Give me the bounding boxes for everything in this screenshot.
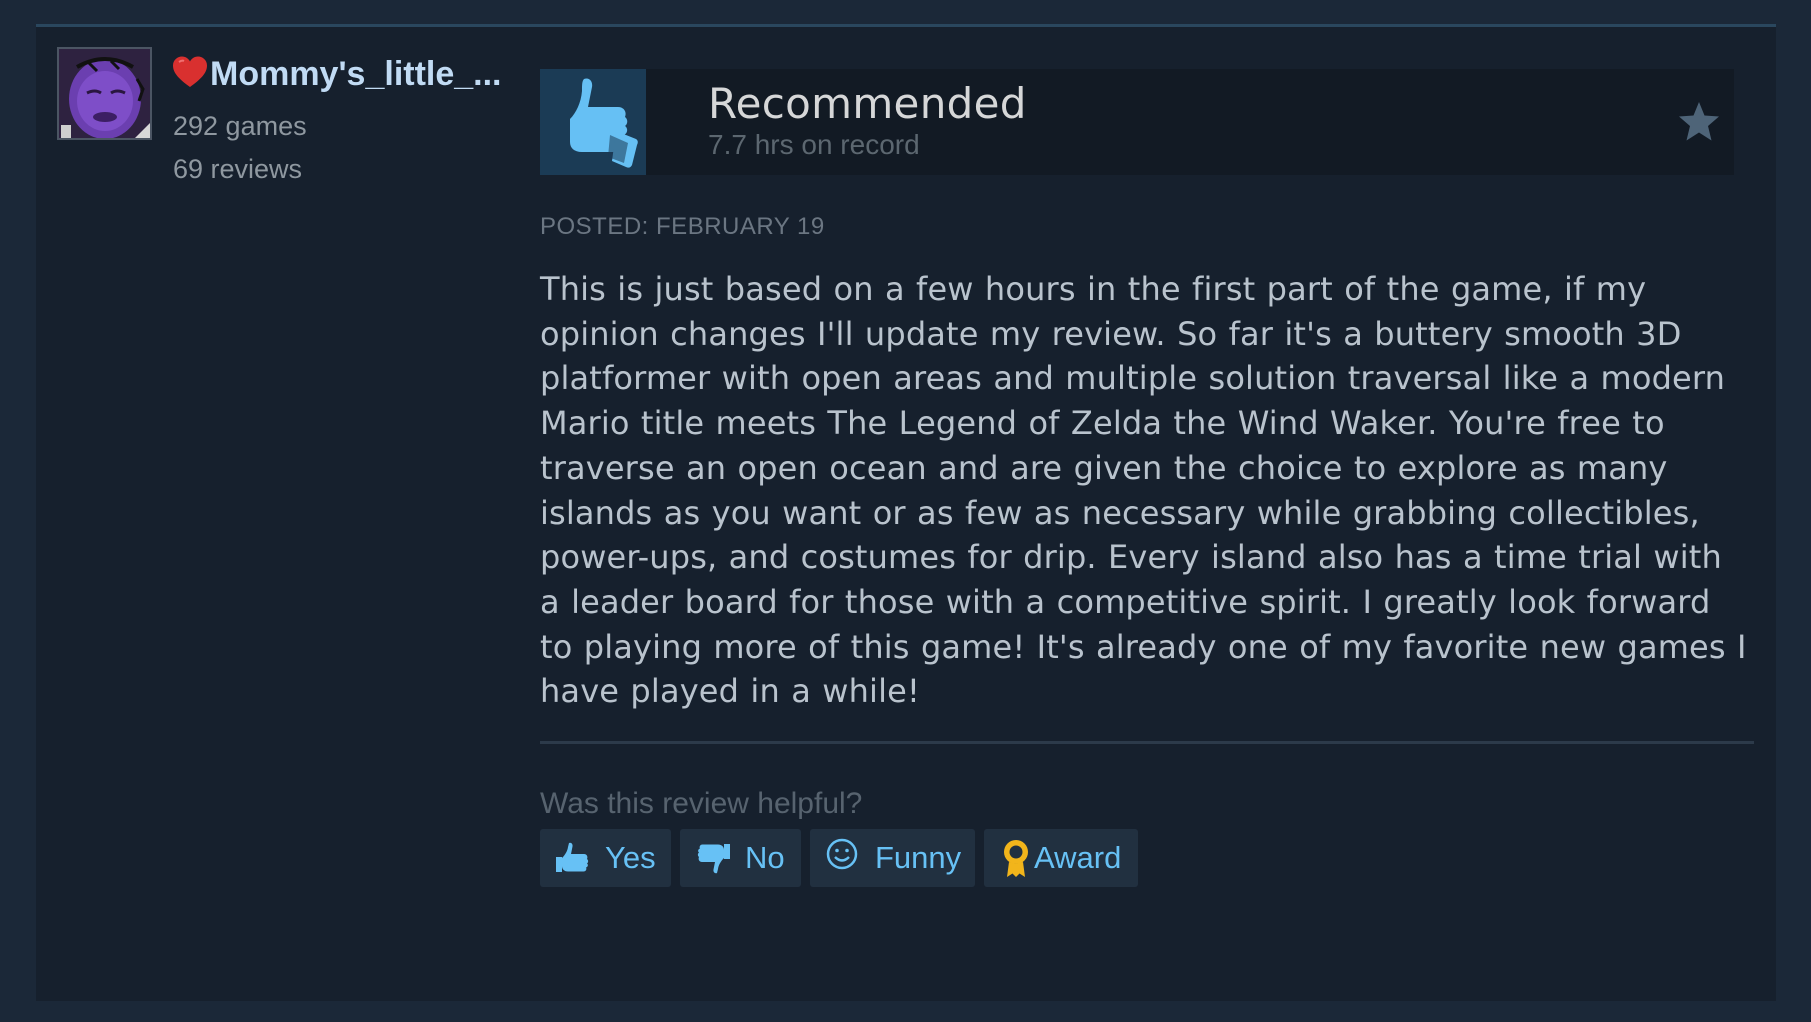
recommendation-header[interactable]: Recommended 7.7 hrs on record: [540, 69, 1734, 175]
thumbs-down-icon: [697, 844, 730, 874]
avatar-image: [59, 49, 150, 138]
smiley-icon: [826, 838, 858, 870]
award-label: Award: [1034, 840, 1122, 875]
thumbs-up-icon: [570, 78, 638, 168]
vote-no-label: No: [745, 840, 785, 875]
award-button[interactable]: Award: [984, 829, 1138, 887]
vote-yes-label: Yes: [605, 840, 656, 875]
vote-funny-label: Funny: [875, 840, 962, 875]
recommended-badge: [540, 69, 646, 175]
divider: [540, 741, 1754, 744]
games-owned-link[interactable]: 292 games: [173, 111, 307, 142]
award-icon: [1004, 840, 1028, 877]
username-link[interactable]: Mommy's_little_...: [171, 52, 551, 96]
posted-date: POSTED: FEBRUARY 19: [540, 213, 825, 240]
heart-icon: [173, 56, 207, 87]
username-text: Mommy's_little_...: [210, 55, 502, 93]
vote-no-button[interactable]: No: [680, 829, 801, 887]
hours-on-record: 7.7 hrs on record: [708, 129, 920, 160]
review-card: Mommy's_little_... 292 games 69 reviews …: [36, 24, 1776, 1001]
helpful-question: Was this review helpful?: [540, 787, 863, 820]
vote-yes-button[interactable]: Yes: [540, 829, 671, 887]
reviews-count-link[interactable]: 69 reviews: [173, 154, 302, 185]
review-text: This is just based on a few hours in the…: [540, 270, 1747, 711]
recommendation-verdict: Recommended: [708, 79, 1027, 128]
star-icon[interactable]: [1676, 99, 1722, 145]
thumbs-up-icon: [556, 842, 589, 872]
user-avatar[interactable]: [57, 47, 152, 140]
vote-funny-button[interactable]: Funny: [810, 829, 975, 887]
